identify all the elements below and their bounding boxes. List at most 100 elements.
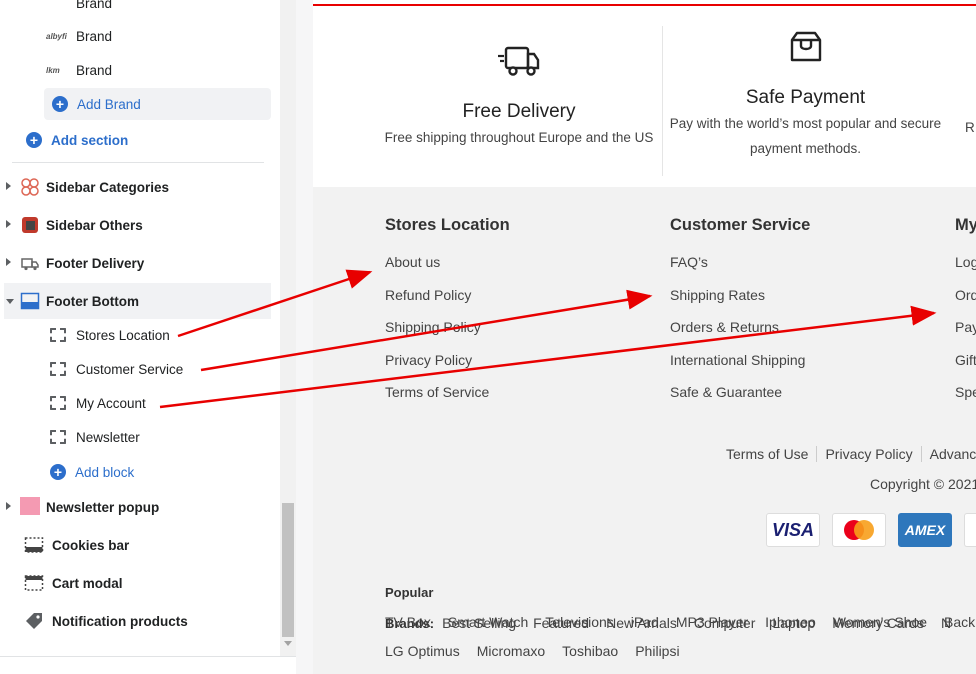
section-label: Footer Delivery (46, 255, 145, 271)
section-newsletter-popup[interactable]: Newsletter popup (6, 489, 280, 525)
brand-block[interactable]: lkm Brand (46, 55, 280, 85)
feature-title: Free Delivery (462, 101, 576, 122)
footer-link[interactable]: Privacy Policy (385, 352, 472, 368)
add-brand-button[interactable]: + Add Brand (44, 88, 271, 120)
block-icon (50, 396, 66, 410)
brand-link[interactable]: Iphoneo (765, 614, 816, 630)
brand-logo-icon: lkm (46, 65, 60, 75)
sidebar-scrollbar[interactable] (280, 0, 296, 656)
footer-link[interactable]: International Shipping (670, 352, 805, 368)
footer-link[interactable]: Ord (955, 287, 976, 303)
payment-icon-partial (964, 513, 976, 547)
footer-link[interactable]: Spe (955, 384, 976, 400)
chevron-down-icon[interactable] (6, 296, 20, 306)
block-icon (50, 362, 66, 376)
section-label: Footer Bottom (46, 293, 139, 309)
theme-editor-sidebar: Brand albyfi Brand lkm Brand + Add Brand… (0, 0, 280, 674)
footer-link[interactable]: Shipping Rates (670, 287, 765, 303)
brand-link[interactable]: LG Optimus (385, 643, 460, 659)
mastercard-icon (832, 513, 886, 547)
cart-modal-icon (24, 573, 44, 593)
others-thumbnail-icon (20, 215, 40, 235)
preview-gutter (296, 0, 313, 674)
brand-link[interactable]: MP3 Player (676, 614, 748, 630)
popular-brands-line: LG Optimus Micromaxo Toshibao Philipsi (385, 636, 976, 666)
legal-link[interactable]: Privacy Policy (816, 446, 920, 462)
feature-desc: Pay with the world’s most popular and se… (669, 116, 942, 131)
block-label: Customer Service (76, 361, 184, 377)
divider (12, 162, 264, 163)
brand-label: Brand (76, 28, 113, 44)
block-label: Stores Location (76, 327, 170, 343)
tag-icon (24, 611, 44, 631)
newsletter-thumbnail-icon (20, 497, 40, 517)
legal-link[interactable]: Advance (920, 446, 976, 462)
footer-link[interactable]: FAQ’s (670, 254, 708, 270)
column-title-customer-service: Customer Service (670, 216, 811, 234)
brand-link[interactable]: Smart Watch (448, 614, 528, 630)
block-my-account[interactable]: My Account (50, 386, 280, 420)
footer-link[interactable]: Safe & Guarantee (670, 384, 782, 400)
plus-circle-icon: + (26, 132, 42, 148)
brand-link[interactable]: Televisions (545, 614, 613, 630)
section-sidebar-categories[interactable]: Sidebar Categories (6, 169, 280, 205)
footer-delivery-band: Free Delivery Free shipping throughout E… (313, 0, 976, 187)
brand-link[interactable]: Women's Shoe (833, 614, 927, 630)
plus-circle-icon: + (50, 464, 66, 480)
section-cookies-bar[interactable]: Cookies bar (24, 527, 280, 563)
chevron-right-icon[interactable] (6, 258, 20, 268)
brand-link[interactable]: Philipsi (635, 643, 679, 659)
chevron-right-icon[interactable] (6, 182, 20, 192)
block-customer-service[interactable]: Customer Service (50, 352, 280, 386)
block-label: My Account (76, 395, 146, 411)
footer-link[interactable]: Log (955, 254, 976, 270)
feature-free-delivery: Free Delivery Free shipping throughout E… (369, 44, 669, 150)
scrollbar-thumb[interactable] (282, 503, 294, 637)
section-notification-products[interactable]: Notification products (24, 603, 280, 639)
brand-link[interactable]: Micromaxo (477, 643, 545, 659)
accent-line (313, 4, 976, 6)
feature-partial: R (965, 115, 976, 140)
section-sidebar-others[interactable]: Sidebar Others (6, 207, 280, 243)
block-icon (50, 328, 66, 342)
brand-link[interactable]: TV Box (385, 614, 431, 630)
footer-link[interactable]: Refund Policy (385, 287, 471, 303)
legal-link[interactable]: Terms of Use (726, 446, 816, 462)
app-root: Brand albyfi Brand lkm Brand + Add Brand… (0, 0, 976, 674)
add-section-button[interactable]: + Add section (26, 128, 280, 152)
column-title-my-account: My (955, 216, 976, 234)
footer-link[interactable]: Orders & Returns (670, 319, 779, 335)
block-stores-location[interactable]: Stores Location (50, 318, 280, 352)
brand-block[interactable]: albyfi Brand (46, 21, 280, 51)
amex-icon: AMEX (898, 513, 952, 547)
brand-label: Brand (76, 62, 113, 78)
section-cart-modal[interactable]: Cart modal (24, 565, 280, 601)
visa-icon: VISA (766, 513, 820, 547)
add-block-button[interactable]: + Add block (50, 460, 280, 484)
plus-circle-icon: + (52, 96, 68, 112)
block-icon (50, 430, 66, 444)
footer-layout-icon (20, 291, 40, 311)
chevron-right-icon[interactable] (6, 502, 20, 512)
brand-link[interactable]: iPad (631, 614, 659, 630)
brand-block[interactable]: Brand (46, 0, 280, 18)
section-label: Newsletter popup (46, 499, 160, 515)
footer-link[interactable]: Pay (955, 319, 976, 335)
column-title-stores-location: Stores Location (385, 216, 510, 234)
footer-link[interactable]: Terms of Service (385, 384, 489, 400)
delivery-truck-icon (20, 253, 40, 273)
chevron-right-icon[interactable] (6, 220, 20, 230)
footer-link[interactable]: About us (385, 254, 440, 270)
section-footer-delivery[interactable]: Footer Delivery (6, 245, 280, 281)
section-footer-bottom[interactable]: Footer Bottom (4, 283, 271, 319)
footer-link[interactable]: Gift (955, 352, 976, 368)
cookies-bar-icon (24, 535, 44, 555)
copyright-text: Copyright © 2021 (870, 476, 976, 492)
scroll-down-arrow-icon[interactable] (284, 641, 292, 646)
brand-link[interactable]: Toshibao (562, 643, 618, 659)
add-block-label: Add block (75, 464, 135, 480)
block-newsletter[interactable]: Newsletter (50, 420, 280, 454)
brand-link[interactable]: Backpac (944, 614, 976, 630)
footer-link[interactable]: Shipping Policy (385, 319, 481, 335)
brand-label: Brand (76, 0, 113, 11)
